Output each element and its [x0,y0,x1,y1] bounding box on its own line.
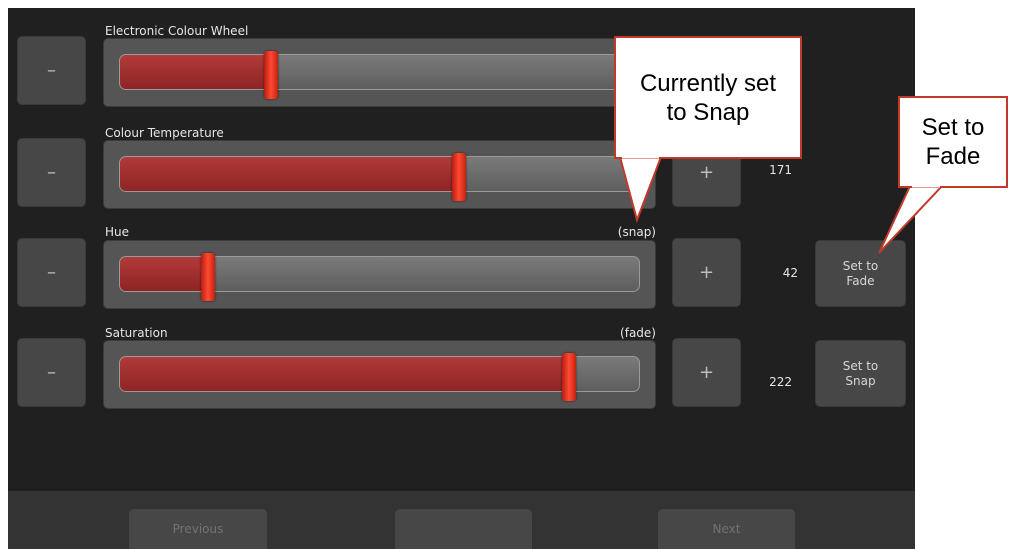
callout-joins [622,155,940,188]
